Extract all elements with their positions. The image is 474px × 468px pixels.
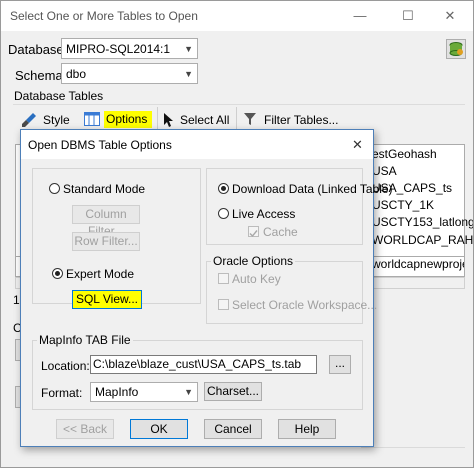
location-input[interactable]: C:\blaze\blaze_cust\USA_CAPS_ts.tab (90, 355, 317, 374)
chevron-down-icon: ▼ (184, 69, 193, 79)
mapinfo-tab-title: MapInfo TAB File (37, 333, 133, 347)
help-label: Help (294, 422, 320, 436)
options-label: Options (104, 111, 153, 128)
sql-view-button[interactable]: SQL View... (72, 290, 142, 309)
browse-button[interactable]: ... (329, 355, 351, 374)
options-table-icon (84, 112, 100, 126)
ok-label: OK (150, 422, 168, 436)
minimize-button[interactable]: — (337, 1, 383, 31)
column-filter-button[interactable]: Column Filter... (72, 205, 140, 238)
database-select[interactable]: MIPRO-SQL2014:1 QADB ▼ (61, 38, 198, 76)
chevron-down-icon: ▼ (184, 44, 193, 54)
format-value: MapInfo (95, 385, 139, 399)
filter-tables-button[interactable]: Filter Tables... (243, 111, 338, 129)
back-label: << Back (62, 422, 108, 436)
list-item[interactable]: USCTY153_latlong (372, 215, 473, 229)
title-bar: Select One or More Tables to Open — ☐ ✕ (1, 1, 473, 31)
cursor-icon (164, 113, 173, 127)
cancel-button[interactable]: Cancel (204, 419, 262, 439)
list-item[interactable]: worldcapnewproject (372, 257, 464, 271)
standard-mode-label: Standard Mode (63, 182, 146, 196)
database-icon (449, 42, 463, 56)
list-item[interactable]: USCTY_1K (372, 198, 434, 212)
database-connect-button[interactable] (446, 39, 466, 59)
charset-label: Charset... (206, 384, 260, 398)
auto-key-label: Auto Key (232, 272, 281, 286)
main-window: Select One or More Tables to Open — ☐ ✕ … (0, 0, 474, 468)
checkmark-icon (249, 230, 258, 238)
schema-select[interactable]: dbo ▼ (61, 63, 198, 84)
select-all-button[interactable]: Select All (163, 111, 229, 129)
standard-mode-radio[interactable] (49, 183, 60, 194)
filter-tables-label: Filter Tables... (264, 113, 339, 127)
row-filter-button[interactable]: Row Filter... (72, 232, 140, 251)
dialog-close-icon[interactable]: ✕ (352, 137, 363, 153)
close-button[interactable]: ✕ (427, 1, 473, 31)
cancel-label: Cancel (214, 422, 252, 436)
maximize-button[interactable]: ☐ (385, 1, 431, 31)
window-title: Select One or More Tables to Open (10, 9, 198, 23)
oracle-options-title: Oracle Options (211, 254, 296, 268)
help-button[interactable]: Help (278, 419, 336, 439)
stray-label: 1 (13, 293, 20, 307)
expert-mode-label: Expert Mode (66, 267, 135, 281)
style-label: Style (43, 113, 70, 127)
row-filter-label: Row Filter... (74, 234, 138, 248)
live-access-label: Live Access (232, 207, 296, 221)
format-select[interactable]: MapInfo ▼ (90, 382, 198, 402)
divider (361, 447, 465, 448)
list-item[interactable]: WORLDCAP_RAHUL (372, 233, 473, 247)
list-item[interactable]: USA (372, 164, 397, 178)
dialog-title: Open DBMS Table Options (28, 138, 172, 152)
oracle-options-group (206, 261, 363, 324)
select-oracle-workspace-label: Select Oracle Workspace... (232, 298, 378, 312)
back-button[interactable]: << Back (56, 419, 114, 439)
chevron-down-icon: ▼ (184, 387, 193, 397)
live-access-radio[interactable] (218, 208, 229, 219)
ok-button[interactable]: OK (130, 419, 188, 439)
location-label: Location: (41, 359, 90, 373)
dialog-title-bar: Open DBMS Table Options ✕ (21, 130, 373, 159)
format-label: Format: (41, 386, 83, 400)
select-oracle-workspace-checkbox[interactable] (218, 299, 229, 310)
cache-checkbox[interactable] (248, 226, 259, 238)
database-label: Database: (8, 42, 68, 57)
cache-label: Cache (263, 225, 298, 239)
list-item[interactable]: estGeohash (372, 147, 437, 161)
schema-value: dbo (66, 67, 87, 81)
sql-view-label: SQL View... (75, 292, 139, 306)
options-button[interactable]: Options (82, 110, 153, 129)
download-data-label: Download Data (Linked Table) (232, 182, 393, 196)
divider (13, 104, 465, 105)
browse-label: ... (334, 356, 345, 370)
toolbar-separator (157, 107, 158, 131)
schema-label: Schema: (15, 68, 67, 83)
charset-button[interactable]: Charset... (204, 382, 262, 401)
dbms-options-dialog: Open DBMS Table Options ✕ Standard Mode … (20, 129, 393, 447)
brush-icon (22, 113, 36, 127)
filter-icon (244, 113, 256, 125)
database-tables-heading: Database Tables (14, 89, 104, 103)
style-button[interactable]: Style (21, 111, 71, 129)
expert-mode-radio[interactable] (52, 268, 63, 279)
toolbar-separator (236, 107, 237, 131)
download-data-radio[interactable] (218, 183, 229, 194)
auto-key-checkbox[interactable] (218, 273, 229, 284)
select-all-label: Select All (180, 113, 230, 127)
